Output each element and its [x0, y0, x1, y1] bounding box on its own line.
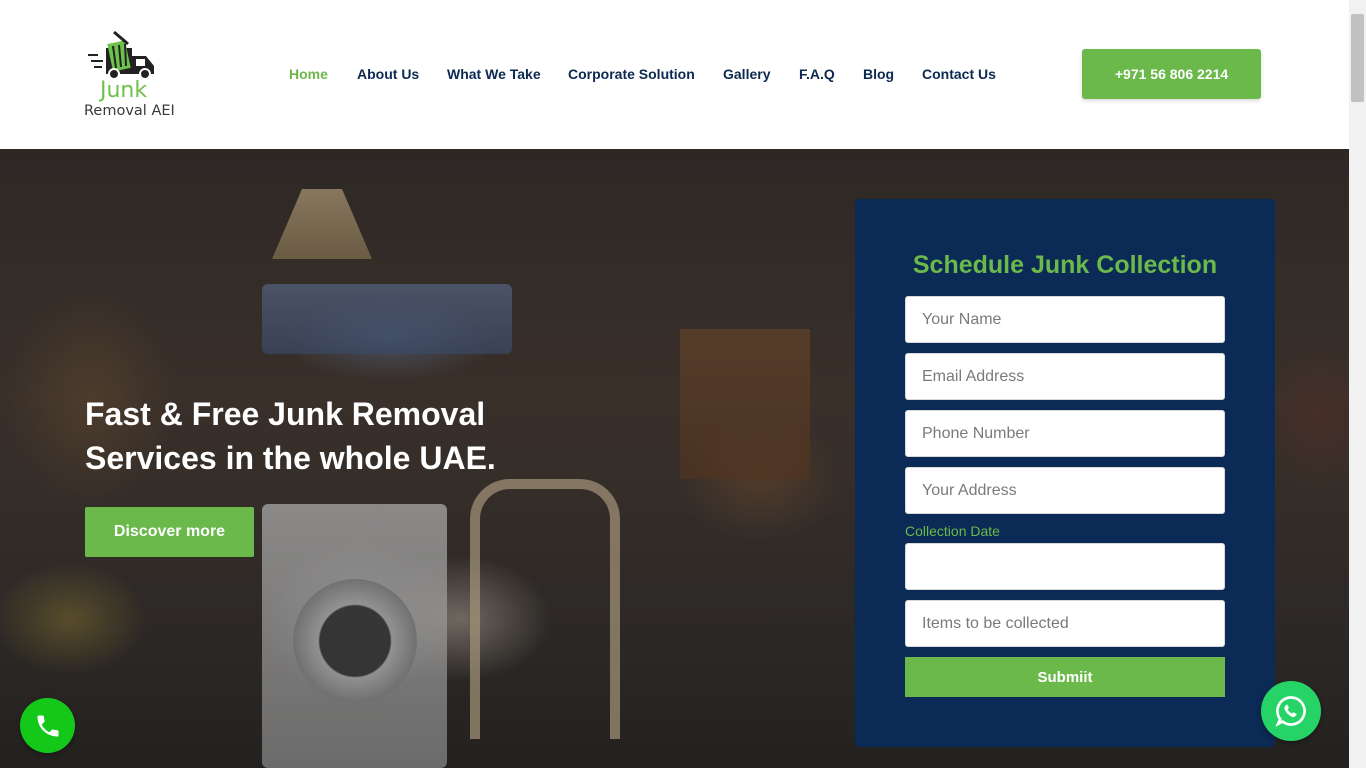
email-input[interactable] [905, 353, 1225, 400]
address-input[interactable] [905, 467, 1225, 514]
hero-title-line-2: Services in the whole UAE. [85, 440, 496, 476]
collection-date-input[interactable] [905, 543, 1225, 590]
hero-title-line-1: Fast & Free Junk Removal [85, 396, 486, 432]
phone-input[interactable] [905, 410, 1225, 457]
nav-corporate-solution[interactable]: Corporate Solution [568, 66, 695, 82]
logo-subtitle: Removal AEI [84, 103, 175, 119]
form-title: Schedule Junk Collection [912, 251, 1218, 279]
discover-more-button[interactable]: Discover more [85, 507, 254, 557]
schedule-collection-form: Schedule Junk Collection Collection Date… [855, 199, 1275, 747]
nav-gallery[interactable]: Gallery [723, 66, 770, 82]
whatsapp-icon [1275, 696, 1306, 727]
nav-about-us[interactable]: About Us [357, 66, 419, 82]
submit-button[interactable]: Submiit [905, 657, 1225, 697]
nav-faq[interactable]: F.A.Q [799, 66, 835, 82]
phone-icon [37, 715, 58, 736]
nav-home[interactable]: Home [289, 66, 328, 82]
items-input[interactable] [905, 600, 1225, 647]
nav-blog[interactable]: Blog [863, 66, 894, 82]
collection-date-label: Collection Date [905, 523, 1000, 539]
scrollbar-thumb[interactable] [1351, 14, 1364, 102]
page-scrollbar[interactable] [1349, 0, 1366, 768]
whatsapp-fab-button[interactable] [1261, 681, 1321, 741]
hero-section: Fast & Free Junk Removal Services in the… [0, 149, 1349, 768]
nav-contact-us[interactable]: Contact Us [922, 66, 996, 82]
site-header: Junk Removal AEI Home About Us What We T… [0, 0, 1349, 149]
hero-title: Fast & Free Junk Removal Services in the… [85, 392, 645, 480]
phone-call-button[interactable]: +971 56 806 2214 [1082, 49, 1261, 99]
call-fab-button[interactable] [20, 698, 75, 753]
nav-what-we-take[interactable]: What We Take [447, 66, 541, 82]
name-input[interactable] [905, 296, 1225, 343]
